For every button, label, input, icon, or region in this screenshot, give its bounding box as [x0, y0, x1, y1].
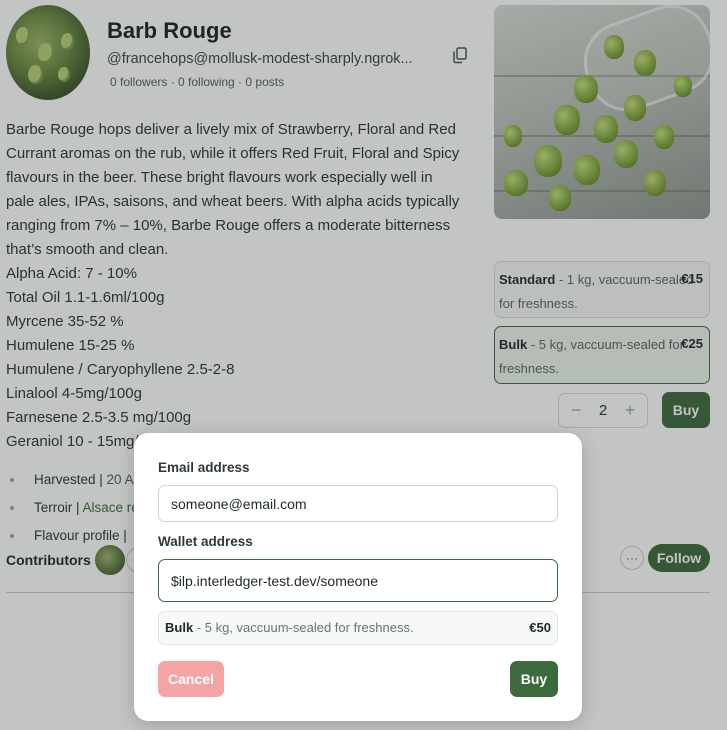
product-page: Barb Rouge @francehops@mollusk-modest-sh…: [0, 0, 727, 730]
email-field[interactable]: [158, 485, 558, 522]
confirm-buy-button[interactable]: Buy: [510, 661, 558, 697]
summary-price: €50: [529, 620, 551, 635]
cancel-button[interactable]: Cancel: [158, 661, 224, 697]
order-summary: Bulk - 5 kg, vaccuum-sealed for freshnes…: [158, 611, 558, 645]
email-label: Email address: [158, 460, 250, 475]
wallet-label: Wallet address: [158, 534, 253, 549]
checkout-modal: Email address Wallet address Bulk - 5 kg…: [134, 433, 582, 721]
wallet-address-field[interactable]: [158, 559, 558, 602]
summary-title: Bulk: [165, 620, 194, 635]
summary-desc: 5 kg, vaccuum-sealed for freshness.: [204, 620, 414, 635]
